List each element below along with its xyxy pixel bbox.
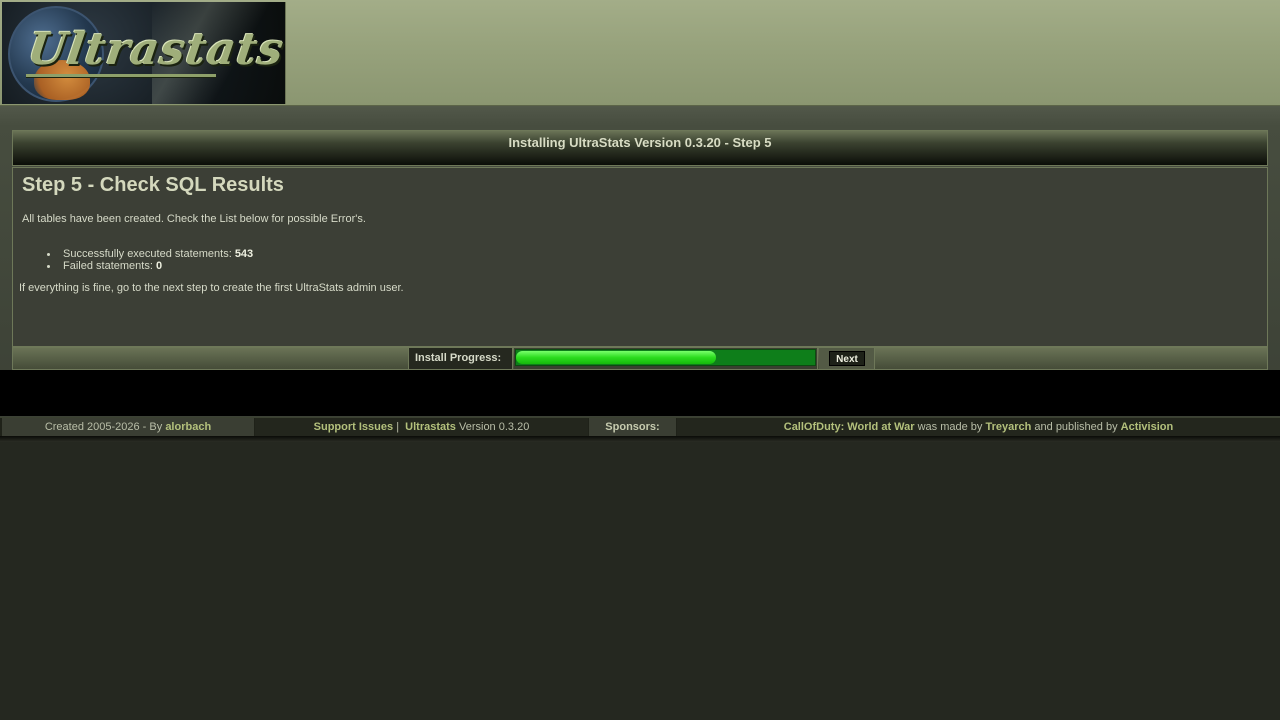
version-text: Version 0.3.20 [458, 421, 530, 433]
next-button-cell: Next [819, 348, 875, 369]
logo-text: Ultrastats [24, 24, 286, 75]
footer-support: Support Issues | Ultrastats Version 0.3.… [255, 418, 588, 436]
progress-bar [514, 348, 818, 369]
result-label: Successfully executed statements: [63, 248, 232, 260]
ultrastats-link[interactable]: Ultrastats [405, 421, 456, 433]
result-value: 543 [234, 248, 254, 260]
progress-row: Install Progress: Next [12, 347, 1268, 370]
footer-sponsor-info: CallOfDuty: World at War was made by Tre… [677, 418, 1280, 436]
step-panel: Step 5 - Check SQL Results All tables ha… [12, 167, 1268, 347]
sponsors-label: Sponsors: [589, 418, 676, 436]
author-link[interactable]: alorbach [165, 421, 211, 433]
step-outro: If everything is fine, go to the next st… [19, 282, 404, 294]
progress-label: Install Progress: [408, 348, 513, 369]
publisher-link[interactable]: Activision [1121, 421, 1174, 433]
ultrastats-logo[interactable]: Ultrastats [2, 2, 286, 104]
logo-underline [26, 74, 216, 77]
created-text: Created 2005-2026 - By [44, 421, 163, 433]
results-list: Successfully executed statements: 543 Fa… [45, 248, 253, 272]
footer-bottom-strip [0, 436, 1280, 442]
list-item: Failed statements: 0 [45, 260, 253, 272]
install-title: Installing UltraStats Version 0.3.20 - S… [508, 135, 772, 150]
support-issues-link[interactable]: Support Issues [314, 421, 393, 433]
list-item: Successfully executed statements: 543 [45, 248, 253, 260]
content-bottom-band [0, 370, 1280, 416]
made-by-text: was made by [917, 421, 983, 433]
game-link[interactable]: CallOfDuty: World at War [784, 421, 915, 433]
footer-credits: Created 2005-2026 - By alorbach [2, 418, 254, 436]
result-value: 0 [155, 260, 163, 272]
footer-separator: | [396, 421, 400, 433]
install-title-bar: Installing UltraStats Version 0.3.20 - S… [12, 130, 1268, 166]
next-button[interactable]: Next [829, 351, 865, 366]
step-heading: Step 5 - Check SQL Results [22, 174, 284, 196]
published-text: and published by [1034, 421, 1118, 433]
progress-track [515, 349, 816, 366]
result-label: Failed statements: [63, 260, 153, 272]
page-footer: Created 2005-2026 - By alorbach Support … [0, 417, 1280, 437]
developer-link[interactable]: Treyarch [985, 421, 1031, 433]
progress-fill [516, 351, 716, 364]
page-header: Ultrastats [0, 0, 1280, 106]
step-intro: All tables have been created. Check the … [22, 213, 366, 225]
